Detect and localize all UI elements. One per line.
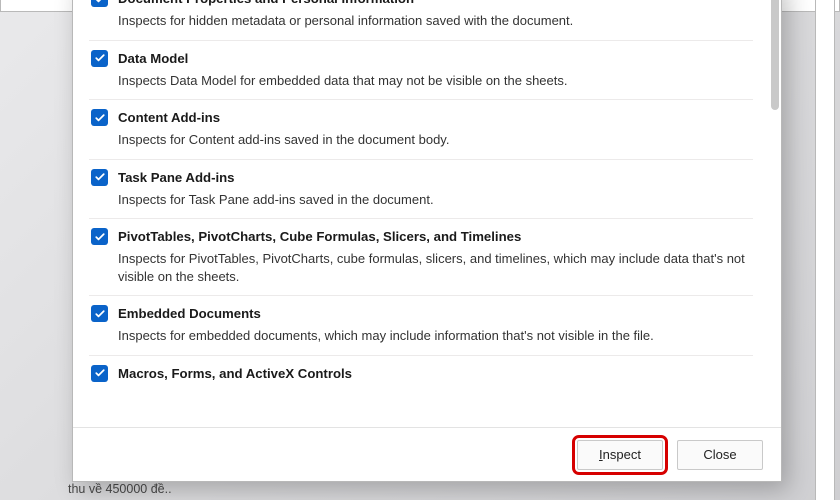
inspector-item-embedded-documents: Embedded Documents Inspects for embedded… [89,296,753,356]
inspector-item-desc: Inspects Data Model for embedded data th… [118,72,751,90]
inspector-item-title: PivotTables, PivotCharts, Cube Formulas,… [118,229,521,244]
scrollbar-thumb[interactable] [771,0,779,110]
close-label: Close [703,447,736,462]
checkbox-task-pane-addins[interactable] [91,169,108,186]
checkmark-icon [94,367,106,379]
checkmark-icon [94,112,106,124]
checkmark-icon [94,231,106,243]
inspector-item-list: Document Properties and Personal Informa… [73,0,769,427]
inspector-item-title: Document Properties and Personal Informa… [118,0,414,6]
checkbox-content-addins[interactable] [91,109,108,126]
inspector-item-title: Macros, Forms, and ActiveX Controls [118,366,352,381]
checkbox-document-properties[interactable] [91,0,108,7]
background-stray-text: thu về 450000 đề.. [68,482,172,496]
inspector-item-data-model: Data Model Inspects Data Model for embed… [89,41,753,101]
checkmark-icon [94,171,106,183]
inspector-item-desc: Inspects for Task Pane add-ins saved in … [118,191,751,209]
inspector-item-desc: Inspects for hidden metadata or personal… [118,12,751,30]
inspector-item-title: Embedded Documents [118,306,261,321]
inspect-button[interactable]: Inspect [577,440,663,470]
checkbox-data-model[interactable] [91,50,108,67]
checkmark-icon [94,52,106,64]
checkbox-embedded-documents[interactable] [91,305,108,322]
inspector-item-title: Data Model [118,51,188,66]
inspector-item-document-properties: Document Properties and Personal Informa… [89,0,753,41]
inspector-item-desc: Inspects for PivotTables, PivotCharts, c… [118,250,751,285]
inspector-item-desc: Inspects for Content add-ins saved in th… [118,131,751,149]
inspector-item-macros: Macros, Forms, and ActiveX Controls [89,356,753,382]
inspector-item-task-pane-addins: Task Pane Add-ins Inspects for Task Pane… [89,160,753,220]
checkbox-pivot[interactable] [91,228,108,245]
inspector-scroll-area: Document Properties and Personal Informa… [73,0,781,427]
dialog-footer: Inspect Close [73,427,781,481]
document-inspector-dialog: Document Properties and Personal Informa… [72,0,782,482]
checkbox-macros[interactable] [91,365,108,382]
inspector-item-content-addins: Content Add-ins Inspects for Content add… [89,100,753,160]
checkmark-icon [94,308,106,320]
close-button[interactable]: Close [677,440,763,470]
inspector-item-title: Task Pane Add-ins [118,170,235,185]
background-sheet-right [815,0,835,500]
inspect-label-rest: nspect [603,447,641,462]
checkmark-icon [94,0,106,5]
inspector-item-title: Content Add-ins [118,110,220,125]
inspector-item-desc: Inspects for embedded documents, which m… [118,327,751,345]
inspector-item-pivot: PivotTables, PivotCharts, Cube Formulas,… [89,219,753,296]
